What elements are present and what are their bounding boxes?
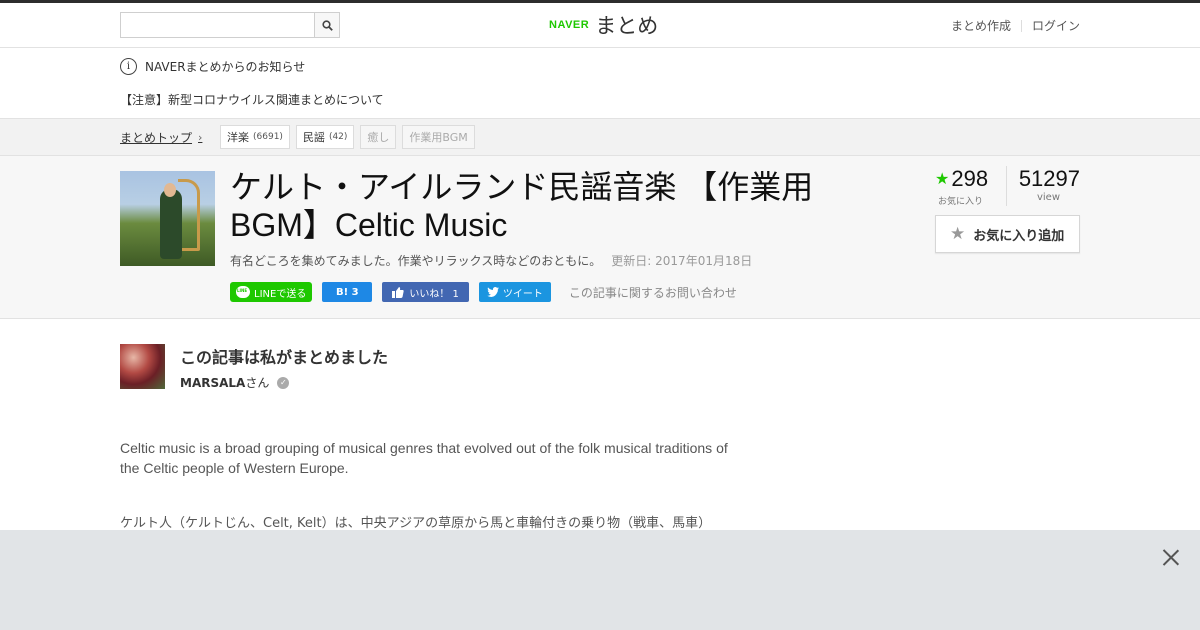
facebook-like-icon (392, 286, 404, 298)
notice-header: i NAVERまとめからのお知らせ (120, 58, 305, 75)
favorite-count-label: お気に入り (938, 197, 984, 207)
author-name: MARSALA (180, 375, 246, 390)
favorite-count: ★ 298 お気に入り (935, 166, 1007, 207)
breadcrumb-top-label: まとめトップ (120, 131, 193, 145)
divider (1020, 19, 1022, 32)
author-heading: この記事は私がまとめました (180, 348, 389, 367)
close-icon[interactable] (1162, 548, 1180, 566)
line-icon (236, 286, 250, 298)
logo-product: まとめ (595, 14, 659, 38)
harpist-shape (160, 189, 182, 259)
article-description: 有名どころを集めてみました。作業やリラックス時などのおともに。 (230, 254, 602, 268)
tag-list: 洋楽 (6691) 民謡 (42) 癒し 作業用BGM (220, 125, 475, 149)
author-suffix: さん (245, 376, 270, 390)
site-header: NAVER まとめ まとめ作成 ログイン (0, 3, 1200, 48)
line-share-button[interactable]: LINEで送る (230, 282, 313, 302)
tag-count: (6691) (253, 132, 283, 142)
tweet-label: ツイート (502, 288, 543, 300)
notice-link[interactable]: 【注意】新型コロナウイルス関連まとめについて (120, 91, 384, 108)
notice-title: NAVERまとめからのお知らせ (145, 60, 306, 74)
create-matome-link[interactable]: まとめ作成 (951, 17, 1011, 34)
harpist-head (164, 183, 176, 197)
logo-brand: NAVER (549, 19, 590, 31)
star-icon: ★ (950, 224, 966, 244)
search-box (120, 12, 340, 38)
article-thumbnail (120, 171, 215, 266)
login-link[interactable]: ログイン (1032, 17, 1080, 34)
info-icon: i (120, 58, 137, 75)
view-count-value: 51297 (1018, 166, 1080, 191)
tag-sagyo-bgm[interactable]: 作業用BGM (402, 125, 475, 149)
article-header: ケルト・アイルランド民謡音楽 【作業用BGM】Celtic Music 有名どこ… (0, 156, 1200, 319)
breadcrumb: まとめトップ › 洋楽 (6691) 民謡 (42) 癒し 作業用BGM (0, 118, 1200, 156)
tag-label: 癒し (367, 131, 390, 144)
tag-label: 作業用BGM (409, 131, 468, 144)
article-description-row: 有名どころを集めてみました。作業やリラックス時などのおともに。 更新日: 201… (230, 252, 752, 269)
verified-icon: ✓ (277, 376, 290, 389)
tweet-button[interactable]: ツイート (478, 282, 551, 302)
author-name-row[interactable]: MARSALA さん ✓ (180, 374, 290, 391)
twitter-icon (486, 287, 499, 297)
tag-label: 民謡 (302, 131, 325, 144)
inquiry-link[interactable]: この記事に関するお問い合わせ (569, 284, 737, 301)
chevron-right-icon: › (198, 131, 203, 144)
share-buttons: LINEで送る B! 3 いいね！ 1 ツイート この記事に関するお問い合わせ (230, 282, 737, 302)
breadcrumb-top-link[interactable]: まとめトップ › (120, 129, 202, 146)
line-share-label: LINEで送る (254, 288, 307, 300)
avatar[interactable] (120, 344, 165, 389)
facebook-like-button[interactable]: いいね！ 1 (382, 282, 469, 302)
tag-count: (42) (328, 132, 348, 142)
add-favorite-label: お気に入り追加 (973, 228, 1065, 244)
content-paragraph: Celtic music is a broad grouping of musi… (120, 440, 728, 476)
add-favorite-button[interactable]: ★ お気に入り追加 (935, 215, 1080, 253)
search-input[interactable] (121, 13, 315, 37)
ad-banner (0, 530, 1200, 630)
tag-yogaku[interactable]: 洋楽 (6691) (220, 125, 290, 149)
search-icon (321, 19, 333, 31)
view-count-label: view (1036, 192, 1060, 203)
tag-label: 洋楽 (227, 131, 249, 144)
hatena-label: B! 3 (336, 286, 359, 298)
site-logo[interactable]: NAVER まとめ (549, 12, 658, 38)
hatena-bookmark-button[interactable]: B! 3 (322, 282, 373, 302)
updated-date: 更新日: 2017年01月18日 (611, 254, 753, 268)
facebook-like-label: いいね！ 1 (409, 288, 459, 300)
tag-iyashi[interactable]: 癒し (360, 125, 397, 149)
article-title: ケルト・アイルランド民謡音楽 【作業用BGM】Celtic Music (230, 169, 814, 243)
tag-minyo[interactable]: 民謡 (42) (295, 125, 355, 149)
search-button[interactable] (314, 13, 339, 37)
header-links: まとめ作成 ログイン (951, 17, 1080, 34)
star-icon: ★ (935, 171, 950, 188)
view-count: 51297 view (1007, 166, 1080, 206)
favorite-count-value: 298 (951, 166, 989, 191)
article-stats: ★ 298 お気に入り 51297 view (935, 166, 1080, 207)
